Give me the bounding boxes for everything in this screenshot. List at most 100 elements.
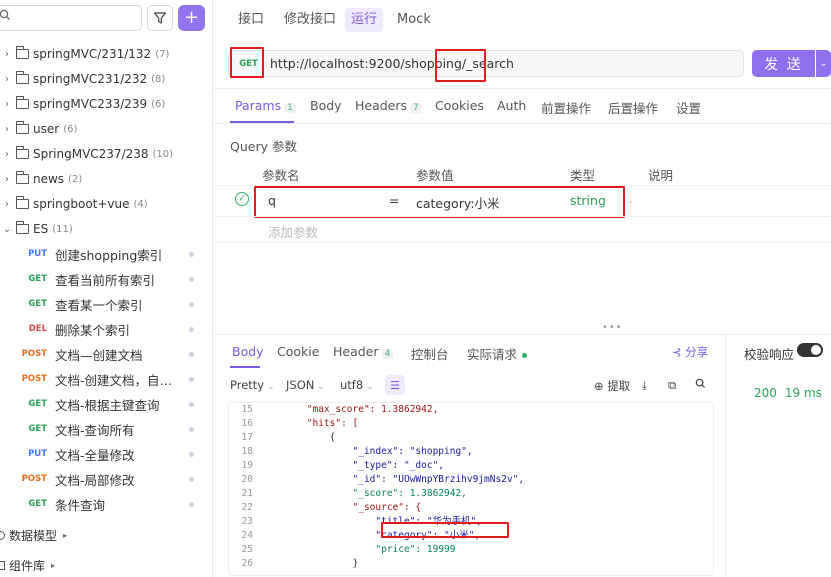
validate-response-toggle[interactable] bbox=[797, 343, 823, 357]
api-item[interactable]: PUT 文档-全量修改 bbox=[0, 442, 210, 466]
method-badge: PUT bbox=[28, 249, 47, 259]
tab-mock[interactable]: Mock bbox=[391, 8, 437, 32]
filter-button[interactable] bbox=[147, 5, 173, 31]
tab-interface[interactable]: 接口 bbox=[232, 8, 270, 32]
method-badge: DEL bbox=[28, 324, 47, 334]
tree-folder[interactable]: › news (2) bbox=[0, 167, 82, 191]
copy-icon[interactable]: ⧉ bbox=[668, 378, 676, 393]
tab-actual-request[interactable]: 实际请求 bbox=[467, 344, 528, 363]
code-text: "_id": "UOwWnpYBrzihv9jmNs2v", bbox=[261, 474, 525, 485]
data-model-label: 数据模型 bbox=[9, 528, 58, 543]
resize-handle[interactable]: ••• bbox=[602, 322, 623, 333]
share-label: 分享 bbox=[685, 345, 709, 359]
api-item[interactable]: GET 文档-根据主键查询 bbox=[0, 392, 210, 416]
encoding-select[interactable]: utf8 ⌄ bbox=[340, 378, 374, 392]
tree-folder[interactable]: › SpringMVC237/238 (10) bbox=[0, 142, 173, 166]
chevron-down-icon[interactable]: ⌄ bbox=[627, 196, 635, 206]
api-name: 删除某个索引 bbox=[55, 322, 131, 338]
api-item[interactable]: PUT 创建shopping索引 bbox=[0, 242, 210, 266]
folder-label: ES bbox=[33, 222, 49, 236]
status-dot bbox=[189, 401, 194, 407]
line-number: 19 bbox=[241, 460, 253, 471]
extract-label: 提取 bbox=[607, 379, 631, 393]
tab-console[interactable]: 控制台 bbox=[411, 344, 449, 363]
add-button[interactable]: + bbox=[178, 5, 205, 31]
tab-settings[interactable]: 设置 bbox=[676, 98, 701, 117]
tab-auth[interactable]: Auth bbox=[497, 98, 526, 113]
tab-response-cookie[interactable]: Cookie bbox=[277, 344, 319, 359]
api-item[interactable]: GET 文档-查询所有 bbox=[0, 417, 210, 441]
col-header-name: 参数名 bbox=[262, 168, 300, 183]
tree-folder[interactable]: › springMVC233/239 (6) bbox=[0, 92, 165, 116]
tab-cookies[interactable]: Cookies bbox=[435, 98, 484, 113]
tab-response-body[interactable]: Body bbox=[232, 344, 264, 359]
tree-folder[interactable]: › springboot+vue (4) bbox=[0, 192, 148, 216]
status-dot bbox=[189, 376, 194, 382]
chevron-right-icon: › bbox=[5, 73, 9, 85]
pretty-label: Pretty bbox=[230, 378, 265, 392]
folder-icon bbox=[16, 121, 29, 134]
status-dot bbox=[189, 326, 194, 332]
tree-folder-open[interactable]: ⌄ ES (11) bbox=[0, 217, 73, 241]
component-library-item[interactable]: 组件库 ▸ bbox=[0, 553, 55, 577]
query-section-label: Query 参数 bbox=[230, 139, 297, 154]
folder-count: (8) bbox=[151, 73, 166, 85]
api-name: 文档-创建文档，自定... bbox=[55, 372, 183, 388]
method-badge: POST bbox=[21, 474, 47, 484]
data-model-item[interactable]: 数据模型 ▸ bbox=[0, 523, 67, 547]
tab-params[interactable]: Params 1 bbox=[235, 98, 296, 113]
component-library-label: 组件库 bbox=[9, 558, 46, 573]
code-text: "_source": { bbox=[261, 502, 422, 513]
param-row-highlight-box bbox=[254, 186, 625, 218]
chevron-down-icon: ⌄ bbox=[366, 382, 374, 392]
filter-icon bbox=[153, 12, 167, 24]
tab-pre-ops[interactable]: 前置操作 bbox=[541, 98, 591, 117]
method-badge: GET bbox=[28, 424, 47, 434]
tree-folder[interactable]: › springMVC/231/132 (7) bbox=[0, 42, 169, 66]
col-header-desc: 说明 bbox=[648, 168, 674, 183]
tab-edit-interface[interactable]: 修改接口 bbox=[278, 8, 342, 32]
status-dot bbox=[189, 476, 194, 482]
line-number: 20 bbox=[241, 474, 253, 485]
tree-folder[interactable]: › springMVC231/232 (8) bbox=[0, 67, 165, 91]
folder-count: (4) bbox=[133, 198, 148, 210]
status-dot bbox=[189, 426, 194, 432]
json-select[interactable]: JSON ⌄ bbox=[286, 378, 325, 392]
chevron-down-icon: ⌄ bbox=[819, 58, 828, 69]
api-item[interactable]: POST 文档—创建文档 bbox=[0, 342, 210, 366]
response-code-viewer[interactable]: 15 "max_score": 1.3862942, 16 "hits": [ … bbox=[228, 402, 714, 576]
tab-badge: 7 bbox=[410, 103, 422, 113]
extract-button[interactable]: ⊕ 提取 bbox=[594, 378, 630, 394]
tab-post-ops[interactable]: 后置操作 bbox=[608, 98, 658, 117]
param-enabled-checkbox[interactable]: ✓ bbox=[235, 192, 249, 206]
add-param-input[interactable]: 添加参数 bbox=[268, 222, 318, 241]
share-button[interactable]: ⊰ 分享 bbox=[672, 344, 708, 360]
api-item[interactable]: GET 条件查询 bbox=[0, 492, 210, 516]
tree-folder[interactable]: › user (6) bbox=[0, 117, 77, 141]
api-item[interactable]: POST 文档-局部修改 bbox=[0, 467, 210, 491]
code-line: 17 { bbox=[229, 431, 713, 445]
pretty-select[interactable]: Pretty ⌄ bbox=[230, 378, 275, 392]
api-item[interactable]: POST 文档-创建文档，自定... bbox=[0, 367, 210, 391]
sidebar-search-input[interactable] bbox=[0, 5, 142, 31]
api-item[interactable]: DEL 删除某个索引 bbox=[0, 317, 210, 341]
api-item[interactable]: GET 查看当前所有索引 bbox=[0, 267, 210, 291]
wrap-lines-button[interactable]: ☰ bbox=[385, 375, 405, 395]
divider bbox=[214, 216, 831, 217]
search-icon[interactable] bbox=[695, 378, 706, 392]
folder-icon bbox=[16, 196, 29, 209]
tab-run[interactable]: 运行 bbox=[345, 8, 384, 32]
code-line: 20 "_id": "UOwWnpYBrzihv9jmNs2v", bbox=[229, 473, 713, 487]
tab-headers[interactable]: Headers 7 bbox=[355, 98, 422, 113]
api-item[interactable]: GET 查看某一个索引 bbox=[0, 292, 210, 316]
download-icon[interactable]: ⤓ bbox=[642, 378, 647, 393]
tab-badge: 1 bbox=[284, 103, 296, 113]
tab-body[interactable]: Body bbox=[310, 98, 342, 113]
api-name: 文档—创建文档 bbox=[55, 347, 143, 363]
send-button[interactable]: 发 送 bbox=[752, 50, 815, 77]
code-line: 16 "hits": [ bbox=[229, 417, 713, 431]
send-dropdown-button[interactable]: ⌄ bbox=[816, 50, 831, 77]
chevron-down-icon: ⌄ bbox=[267, 382, 275, 392]
folder-label: news bbox=[33, 172, 65, 186]
tab-response-header[interactable]: Header 4 bbox=[333, 344, 394, 359]
